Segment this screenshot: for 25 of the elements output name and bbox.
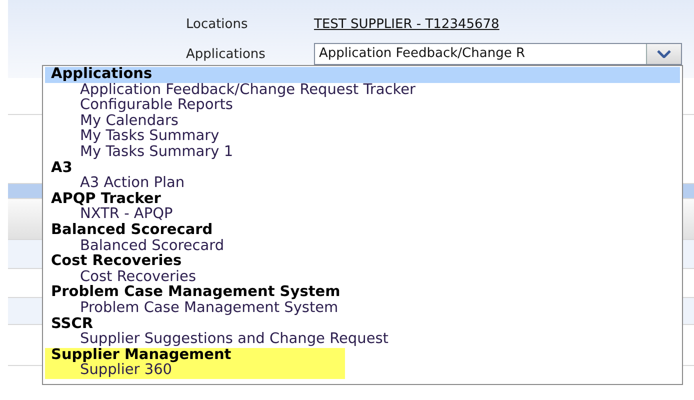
group-header: APQP Tracker — [50, 192, 162, 207]
dropdown-option[interactable]: NXTR - APQP — [45, 207, 680, 223]
dropdown-option[interactable]: Configurable Reports — [45, 98, 680, 114]
dropdown-option[interactable]: Supplier 360 — [45, 363, 345, 379]
group-header: A3 — [50, 160, 74, 176]
dropdown-option[interactable]: My Calendars — [45, 114, 680, 130]
chevron-down-icon — [657, 50, 671, 58]
group-header: Problem Case Management System — [50, 285, 342, 301]
group-header: Supplier Management — [50, 348, 232, 363]
dropdown-option[interactable]: My Tasks Summary 1 — [45, 144, 680, 161]
locations-label: Locations — [186, 16, 248, 32]
group-header: Cost Recoveries — [50, 254, 183, 270]
group-header: SSCR — [50, 316, 94, 332]
dropdown-option[interactable]: A3 Action Plan — [45, 176, 680, 192]
dropdown-option[interactable]: Supplier Suggestions and Change Request — [45, 332, 680, 348]
dropdown-option[interactable]: My Tasks Summary — [45, 129, 680, 145]
group-header: Applications — [45, 67, 680, 83]
applications-label: Applications — [186, 46, 266, 62]
dropdown-option[interactable]: Application Feedback/Change Request Tracker — [45, 82, 680, 98]
dropdown-option[interactable]: Balanced Scorecard — [45, 238, 680, 254]
applications-select[interactable]: Application Feedback/Change R — [314, 43, 682, 65]
dropdown-option[interactable]: Cost Recoveries — [45, 270, 680, 286]
location-link[interactable]: TEST SUPPLIER - T12345678 — [314, 16, 694, 32]
dropdown-option[interactable]: Problem Case Management System — [45, 300, 680, 316]
group-header: Balanced Scorecard — [50, 222, 214, 239]
